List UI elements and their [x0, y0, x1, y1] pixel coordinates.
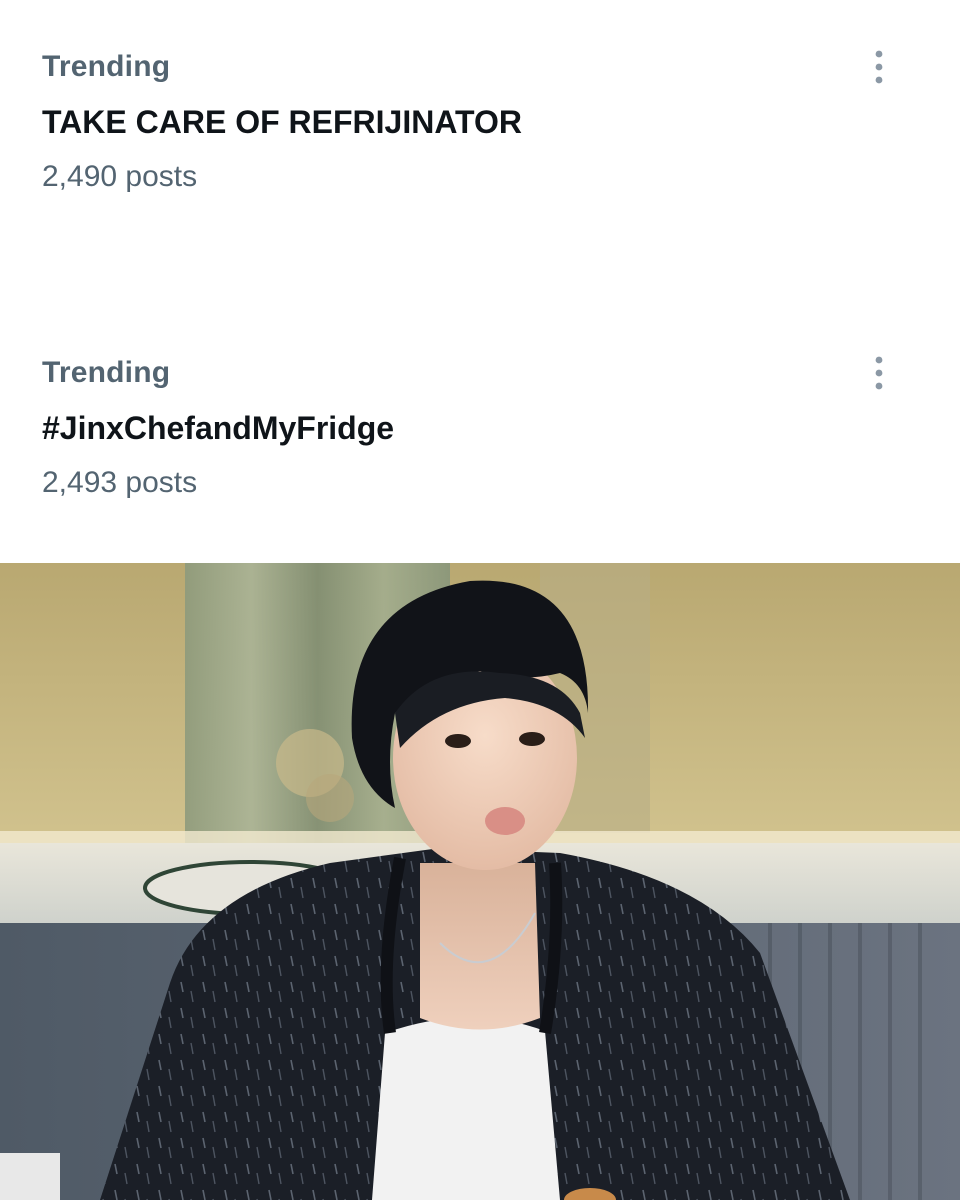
photo-illustration	[0, 563, 960, 1200]
trend-post-count: 2,490 posts	[42, 160, 198, 193]
trend-post-count: 2,493 posts	[42, 466, 198, 499]
trend-label: Trending	[42, 50, 171, 83]
trend-title[interactable]: #JinxChefandMyFridge	[42, 410, 394, 447]
more-vertical-icon	[875, 50, 883, 84]
trend-title[interactable]: TAKE CARE OF REFRIJINATOR	[42, 104, 522, 141]
more-vertical-icon	[875, 356, 883, 390]
trend-item[interactable]: Trending TAKE CARE OF REFRIJINATOR 2,490…	[0, 40, 960, 220]
trend-label: Trending	[42, 356, 171, 389]
person-photo	[0, 563, 960, 1200]
more-options-button[interactable]	[860, 48, 898, 86]
trend-item[interactable]: Trending #JinxChefandMyFridge 2,493 post…	[0, 346, 960, 526]
more-options-button[interactable]	[860, 354, 898, 392]
trending-page: Trending TAKE CARE OF REFRIJINATOR 2,490…	[0, 0, 960, 1200]
